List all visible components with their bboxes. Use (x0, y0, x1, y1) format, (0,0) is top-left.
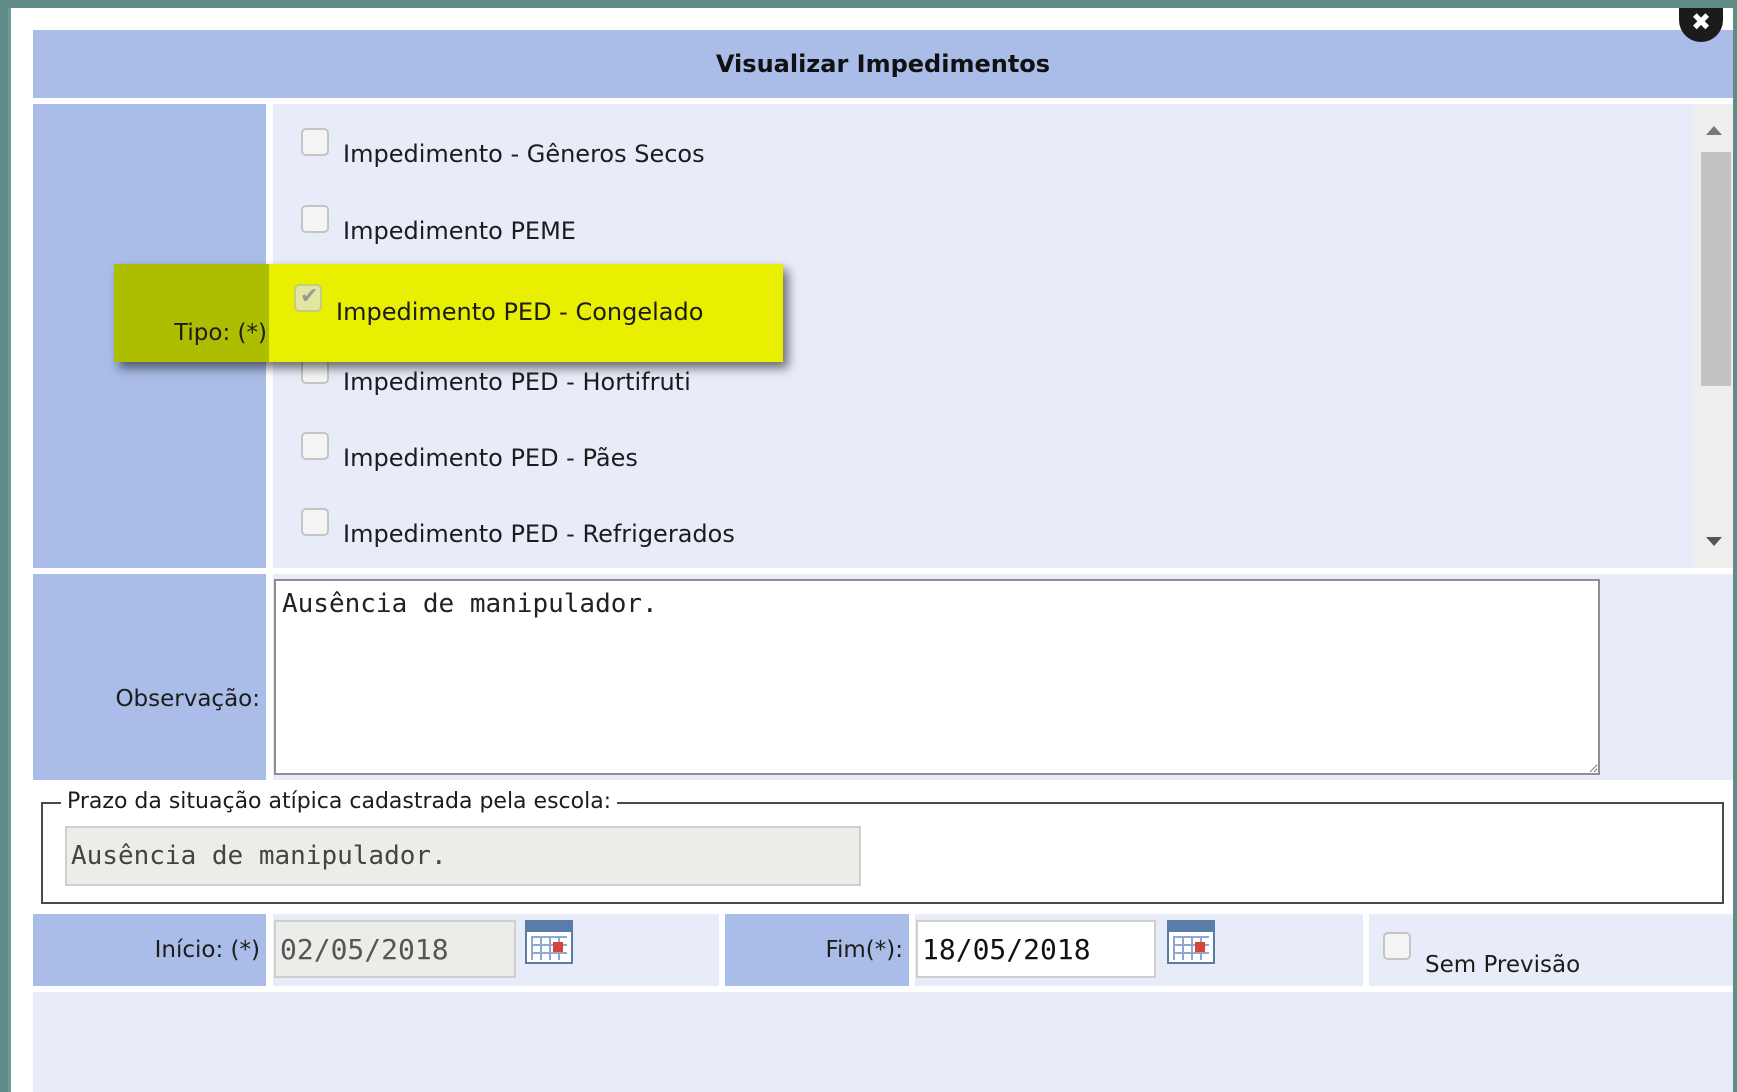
tipo-option-checkbox[interactable] (301, 205, 329, 233)
tipo-option-label: Impedimento PED - Hortifruti (343, 368, 691, 396)
selected-option-highlight: Tipo: (*) ✔ Impedimento PED - Congelado (114, 264, 783, 362)
sem-previsao-label: Sem Previsão (1425, 952, 1581, 978)
tipo-option[interactable]: Impedimento PEME (301, 205, 576, 245)
prazo-value: Ausência de manipulador. (71, 841, 447, 871)
fim-label: Fim(*): (825, 937, 903, 963)
dialog-footer-area (33, 992, 1733, 1092)
tipo-option-checkbox-checked[interactable]: ✔ (294, 284, 322, 312)
tipo-option-label: Impedimento PED - Congelado (336, 298, 704, 326)
tipo-option[interactable]: Impedimento PED - Pães (301, 432, 638, 472)
sem-previsao-checkbox[interactable] (1383, 932, 1411, 960)
dialog-title-bar: Visualizar Impedimentos (33, 30, 1733, 98)
tipo-option-selected[interactable]: ✔ Impedimento PED - Congelado (294, 284, 703, 326)
tipo-option-checkbox[interactable] (301, 508, 329, 536)
tipo-option-checkbox[interactable] (301, 432, 329, 460)
observacao-label-cell: Observação: (33, 574, 266, 780)
prazo-readonly-field: Ausência de manipulador. (65, 826, 861, 886)
observacao-textarea[interactable]: Ausência de manipulador. (274, 579, 1600, 775)
tipo-option-checkbox[interactable] (301, 128, 329, 156)
inicio-date-input[interactable]: 02/05/2018 (274, 920, 516, 978)
close-icon: ✖ (1690, 8, 1712, 36)
prazo-fieldset: Prazo da situação atípica cadastrada pel… (41, 789, 1724, 904)
tipo-option-label: Impedimento PED - Refrigerados (343, 520, 735, 548)
prazo-legend: Prazo da situação atípica cadastrada pel… (61, 789, 618, 814)
scroll-down-arrow-icon[interactable] (1706, 537, 1722, 546)
checkmark-icon: ✔ (300, 284, 319, 309)
inicio-calendar-icon[interactable] (525, 920, 573, 964)
inicio-label: Início: (*) (154, 937, 260, 963)
tipo-option[interactable]: Impedimento - Gêneros Secos (301, 128, 705, 168)
scroll-up-arrow-icon[interactable] (1706, 126, 1722, 135)
tipo-label: Tipo: (*) (174, 320, 267, 346)
fim-date-input[interactable]: 18/05/2018 (916, 920, 1156, 978)
tipo-list-scrollbar[interactable] (1693, 104, 1733, 568)
dialog-title: Visualizar Impedimentos (715, 50, 1051, 78)
fim-calendar-icon[interactable] (1167, 920, 1215, 964)
tipo-option[interactable]: Impedimento PED - Hortifruti (301, 356, 691, 396)
fim-label-cell: Fim(*): (725, 914, 909, 986)
inicio-label-cell: Início: (*) (33, 914, 266, 986)
inicio-date-value: 02/05/2018 (280, 932, 449, 966)
scroll-thumb[interactable] (1701, 152, 1731, 386)
observacao-label: Observação: (115, 686, 260, 712)
highlight-label-area (114, 264, 269, 362)
tipo-option-label: Impedimento - Gêneros Secos (343, 140, 705, 168)
tipo-option-label: Impedimento PED - Pães (343, 444, 638, 472)
tipo-option[interactable]: Impedimento PED - Refrigerados (301, 508, 735, 548)
tipo-option-label: Impedimento PEME (343, 217, 576, 245)
fim-date-value: 18/05/2018 (922, 932, 1091, 966)
impedimentos-dialog: ✖ Visualizar Impedimentos Impedimento - … (8, 8, 1733, 1092)
